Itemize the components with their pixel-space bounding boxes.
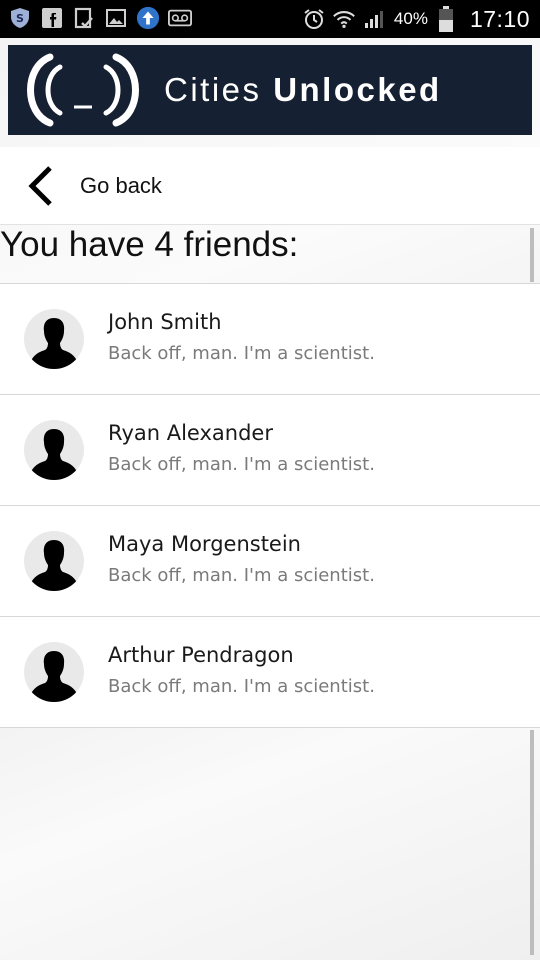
wifi-icon: [332, 7, 356, 31]
battery-icon: [434, 6, 458, 32]
alarm-icon: [302, 7, 326, 31]
upload-icon: [136, 6, 160, 30]
facebook-icon: [40, 6, 64, 30]
scrollbar-bottom[interactable]: [530, 730, 534, 955]
svg-text:S: S: [16, 12, 24, 25]
shield-icon: S: [8, 6, 32, 30]
friend-name: John Smith: [108, 310, 222, 334]
avatar: [24, 531, 84, 591]
brand-name-light: Cities: [164, 71, 274, 108]
list-item[interactable]: Ryan Alexander Back off, man. I'm a scie…: [0, 395, 540, 506]
battery-percentage: 40%: [393, 9, 428, 28]
avatar: [24, 309, 84, 369]
status-bar: S 40% 17:10: [0, 0, 540, 38]
friends-count-heading: You have 4 friends:: [0, 225, 299, 264]
image-icon: [104, 6, 128, 30]
brand-name: Cities Unlocked: [164, 71, 442, 109]
friend-status: Back off, man. I'm a scientist.: [108, 565, 375, 586]
list-item[interactable]: Arthur Pendragon Back off, man. I'm a sc…: [0, 617, 540, 728]
clock: 17:10: [469, 5, 530, 32]
notification-icons: S: [8, 6, 192, 30]
friend-name: Arthur Pendragon: [108, 643, 294, 667]
logo-icon: [18, 49, 148, 131]
brand-name-bold: Unlocked: [273, 71, 442, 108]
go-back-label: Go back: [80, 172, 162, 198]
chevron-left-icon: [24, 164, 58, 208]
friend-name: Maya Morgenstein: [108, 532, 301, 556]
go-back-button[interactable]: Go back: [0, 147, 540, 225]
signal-icon: [362, 7, 386, 31]
avatar: [24, 420, 84, 480]
voicemail-icon: [168, 6, 192, 30]
friend-list: John Smith Back off, man. I'm a scientis…: [0, 283, 540, 728]
friend-status: Back off, man. I'm a scientist.: [108, 343, 375, 364]
list-item[interactable]: Maya Morgenstein Back off, man. I'm a sc…: [0, 506, 540, 617]
app-banner: Cities Unlocked: [8, 45, 532, 135]
scrollbar-top: [530, 228, 534, 282]
system-icons: 40% 17:10: [302, 0, 530, 38]
friend-status: Back off, man. I'm a scientist.: [108, 676, 375, 697]
friend-name: Ryan Alexander: [108, 421, 273, 445]
clipboard-check-icon: [72, 6, 96, 30]
list-item[interactable]: John Smith Back off, man. I'm a scientis…: [0, 284, 540, 395]
avatar: [24, 642, 84, 702]
friend-status: Back off, man. I'm a scientist.: [108, 454, 375, 475]
